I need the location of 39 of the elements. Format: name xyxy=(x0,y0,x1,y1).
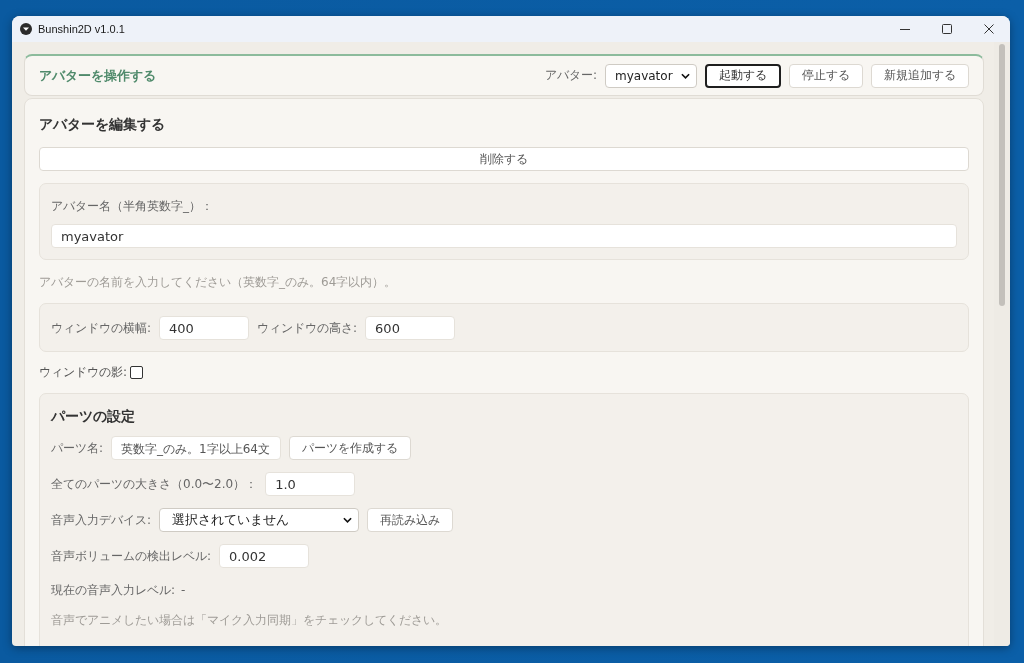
level-reading: - xyxy=(181,583,186,597)
maximize-icon xyxy=(942,24,952,34)
action-button[interactable]: 新規追加する xyxy=(871,63,969,88)
avatar-name-field[interactable]: myavator xyxy=(51,224,957,248)
chevron-down-icon xyxy=(343,517,353,523)
field-label: 全てのパーツの大きさ（0.0〜2.0）： xyxy=(51,475,258,493)
hint-text: アバターの名前を入力してください（英数字_のみ。64字以内）。 xyxy=(39,275,397,289)
field-label: パーツ名: xyxy=(51,439,104,457)
field-label: 音声ボリュームの検出レベル: xyxy=(51,547,212,565)
field-label: ウィンドウの高さ: xyxy=(257,319,358,337)
number-field[interactable]: 600 xyxy=(365,316,456,340)
field-label: 現在の音声入力レベル: xyxy=(51,581,176,599)
section-heading: アバターを編集する xyxy=(39,115,166,133)
text-field[interactable]: 英数字_のみ。1字以上64文 xyxy=(111,436,282,460)
window-title: Bunshin2D v1.0.1 xyxy=(38,23,125,35)
action-button[interactable]: 起動する xyxy=(705,63,781,88)
section-heading: パーツの設定 xyxy=(51,407,136,426)
number-field[interactable]: 400 xyxy=(159,316,250,340)
device-select[interactable]: 選択されていません xyxy=(159,508,360,532)
app-logo-icon xyxy=(20,23,32,35)
row-button[interactable]: パーツを作成する xyxy=(289,436,412,460)
chevron-down-icon xyxy=(681,72,690,79)
action-button[interactable]: 停止する xyxy=(789,63,863,88)
avatar-label: アバター: xyxy=(544,67,597,84)
text-field[interactable]: 0.002 xyxy=(219,544,310,568)
avatar-select[interactable]: myavator xyxy=(605,63,697,88)
field-label: アバター名（半角英数字_）： xyxy=(51,198,214,215)
hint-text: 音声でアニメしたい場合は「マイク入力同期」をチェックしてください。 xyxy=(51,613,447,627)
scrollbar-thumb[interactable] xyxy=(999,44,1005,306)
minimize-icon xyxy=(900,28,910,30)
row-button[interactable]: 再読み込み xyxy=(367,508,454,532)
panel-title: アバターを操作する xyxy=(39,66,156,85)
shadow-checkbox[interactable] xyxy=(130,366,144,379)
text-field[interactable]: 1.0 xyxy=(265,472,356,496)
checkbox-label: ウィンドウの影: xyxy=(39,364,128,381)
field-label: ウィンドウの横幅: xyxy=(51,319,152,337)
delete-button[interactable]: 削除する xyxy=(39,147,969,171)
close-icon xyxy=(984,24,994,34)
field-label: 音声入力デバイス: xyxy=(51,511,152,529)
